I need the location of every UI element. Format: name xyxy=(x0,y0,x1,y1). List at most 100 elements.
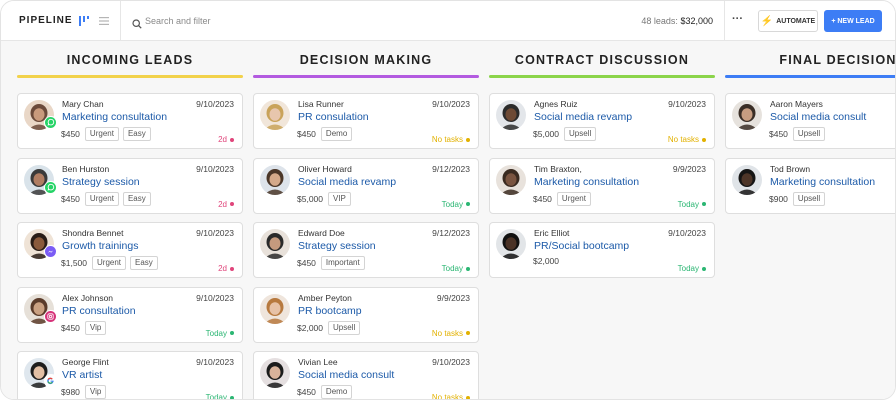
lead-card[interactable]: Vivian Lee 9/10/2023 Social media consult $… xyxy=(253,351,479,400)
avatar xyxy=(260,293,290,324)
status-dot-icon xyxy=(702,202,706,206)
task-status: Today xyxy=(678,200,706,209)
deal-meta: $2,000 xyxy=(533,256,560,266)
app-window: PIPELINE 48 leads: $32,000 xyxy=(0,0,896,400)
card-date: 9/9/2023 xyxy=(436,292,470,303)
search-input[interactable] xyxy=(145,12,345,30)
messenger-icon xyxy=(44,245,58,259)
deal-amount: $450 xyxy=(297,129,316,139)
deal-meta: $450 Vip xyxy=(61,320,107,335)
status-dot-icon xyxy=(702,266,706,271)
card-date: 9/12/2023 xyxy=(432,228,470,238)
column-color-bar xyxy=(489,75,715,78)
avatar xyxy=(496,229,526,259)
contact-name: Vivian Lee xyxy=(298,357,338,367)
kanban-view-icon[interactable] xyxy=(78,14,90,26)
status-dot-icon xyxy=(466,395,470,399)
deal-amount: $450 xyxy=(61,129,80,139)
task-status-label: Today xyxy=(441,264,463,273)
lead-card[interactable]: Eric Elliot 9/10/2023 PR/Social bootcamp $2… xyxy=(489,222,715,278)
column-title: INCOMING LEADS xyxy=(66,53,194,67)
deal-meta: $450 Upsell xyxy=(769,127,826,141)
task-status-label: No tasks xyxy=(431,328,463,338)
kanban-board: INCOMING LEADS Mary Chan 9/10/2023 Marketi… xyxy=(1,41,895,400)
deal-title-link[interactable]: PR bootcamp xyxy=(298,305,362,317)
deal-title-link[interactable]: Social media consult xyxy=(770,111,866,123)
deal-title-link[interactable]: Marketing consultation xyxy=(534,176,639,188)
task-status: No tasks xyxy=(432,329,470,338)
contact-name: Tod Brown xyxy=(770,163,811,174)
whatsapp-icon xyxy=(44,180,58,195)
deal-title-link[interactable]: Strategy session xyxy=(298,240,376,252)
status-dot-icon xyxy=(230,395,234,399)
card-date: 9/10/2023 xyxy=(668,228,706,238)
deal-title-link[interactable]: Social media revamp xyxy=(534,111,632,123)
automate-button[interactable]: ⚡ AUTOMATE xyxy=(758,10,818,32)
deal-meta: $450 Urgent xyxy=(533,191,591,206)
avatar xyxy=(260,229,290,259)
task-status-label: 2d xyxy=(218,264,227,273)
lead-card[interactable]: Edward Doe 9/12/2023 Strategy session $450 I… xyxy=(253,222,479,278)
more-options-button[interactable]: ··· xyxy=(732,13,743,25)
deal-title-link[interactable]: PR consultation xyxy=(62,305,136,317)
deal-title-link[interactable]: Social media consult xyxy=(298,369,394,381)
deal-title-link[interactable]: Strategy session xyxy=(62,176,140,188)
lead-card[interactable]: Amber Peyton 9/9/2023 PR bootcamp $2,000 Ups… xyxy=(253,286,479,343)
status-dot-icon xyxy=(230,137,234,142)
deal-amount: $980 xyxy=(61,387,80,397)
tag-badge: Important xyxy=(320,256,365,270)
lead-card[interactable]: Ben Hurston 9/10/2023 Strategy session $450… xyxy=(17,157,243,214)
lightning-bolt-icon: ⚡ xyxy=(760,15,774,27)
contact-name: Edward Doe xyxy=(298,228,345,238)
deal-meta: $450 Demo xyxy=(297,385,353,399)
task-status: Today xyxy=(442,264,470,273)
contact-name: Oliver Howard xyxy=(298,163,352,174)
lead-card[interactable]: Agnes Ruiz 9/10/2023 Social media revamp $5… xyxy=(489,93,715,149)
lead-card[interactable]: George Flint 9/10/2023 VR artist $980 Vip Tod… xyxy=(17,351,243,399)
status-dot-icon xyxy=(230,266,234,271)
deal-meta: $450 Urgent Easy xyxy=(61,127,151,141)
card-date: 9/10/2023 xyxy=(432,357,470,367)
deal-title-link[interactable]: VR artist xyxy=(62,369,102,381)
task-status-label: No tasks xyxy=(431,393,463,400)
deal-title-link[interactable]: PR consulation xyxy=(298,111,369,123)
card-date: 9/9/2023 xyxy=(672,163,706,174)
page-title: PIPELINE xyxy=(19,15,73,26)
task-status: No tasks xyxy=(431,393,470,400)
deal-title-link[interactable]: Growth trainings xyxy=(62,240,138,252)
column-color-bar xyxy=(253,75,479,78)
lead-card[interactable]: Shondra Bennet 9/10/2023 Growth trainings $… xyxy=(17,222,243,278)
deal-title-link[interactable]: Marketing consultation xyxy=(770,176,875,188)
deal-title-link[interactable]: PR/Social bootcamp xyxy=(534,240,629,252)
deal-title-link[interactable]: Marketing consultation xyxy=(62,111,167,123)
status-dot-icon xyxy=(230,331,234,335)
card-date: 9/12/2023 xyxy=(432,163,470,174)
lead-card[interactable]: Lisa Runner 9/10/2023 PR consulation $450 De… xyxy=(253,93,479,149)
lead-card[interactable]: Tim Braxton, 9/9/2023 Marketing consultati… xyxy=(489,157,715,214)
leads-total: $32,000 xyxy=(680,16,713,26)
lead-card[interactable]: Oliver Howard 9/12/2023 Social media revam… xyxy=(253,157,479,214)
tag-badge: Vip xyxy=(84,385,107,399)
deal-title-link[interactable]: Social media revamp xyxy=(298,176,396,188)
contact-name: Amber Peyton xyxy=(298,292,352,303)
lead-card[interactable]: Aaron Mayers9/10/2023Social media consul… xyxy=(725,93,895,149)
lead-card[interactable]: Tod Brown9/10/2023Marketing consultation… xyxy=(725,157,895,214)
contact-name: George Flint xyxy=(62,357,109,367)
contact-name: Alex Johnson xyxy=(62,292,114,303)
tag-badge: Vip xyxy=(84,320,107,335)
tag-badge: Urgent xyxy=(92,256,127,270)
deal-amount: $450 xyxy=(61,193,80,204)
list-view-icon[interactable] xyxy=(98,14,110,26)
tag-badge: Upsell xyxy=(792,127,826,141)
avatar xyxy=(260,100,290,130)
search-icon xyxy=(132,16,142,29)
new-lead-button[interactable]: + NEW LEAD xyxy=(824,10,882,32)
column-title: DECISION MAKING xyxy=(299,53,433,67)
lead-card[interactable]: Alex Johnson 9/10/2023 PR consultation $450… xyxy=(17,286,243,343)
lead-card[interactable]: Mary Chan 9/10/2023 Marketing consultation… xyxy=(17,93,243,149)
top-bar: PIPELINE 48 leads: $32,000 xyxy=(1,1,895,41)
task-status: Today xyxy=(442,200,470,209)
deal-amount: $450 xyxy=(533,193,552,204)
tag-badge: Urgent xyxy=(84,191,119,206)
task-status: No tasks xyxy=(432,135,470,144)
